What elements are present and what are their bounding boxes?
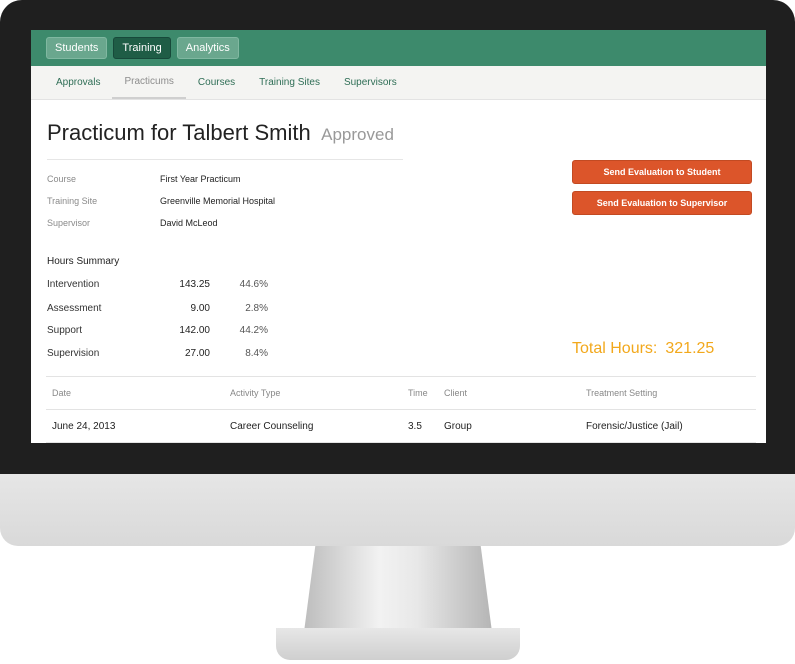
tab-training-sites[interactable]: Training Sites	[247, 66, 332, 99]
hours-row-assessment: Assessment 9.00 2.8%	[47, 303, 277, 317]
cell-time: 3.5	[408, 420, 422, 432]
top-navigation: Students Training Analytics	[31, 30, 766, 66]
column-header-date[interactable]: Date	[52, 377, 71, 409]
hours-category: Intervention	[47, 279, 100, 290]
title-divider	[47, 159, 403, 160]
column-header-client[interactable]: Client	[444, 377, 467, 409]
hours-percent: 2.8%	[245, 303, 268, 314]
hours-value: 9.00	[190, 303, 210, 314]
detail-value: Greenville Memorial Hospital	[160, 196, 276, 206]
hours-row-supervision: Supervision 27.00 8.4%	[47, 348, 277, 362]
cell-date: June 24, 2013	[52, 420, 116, 432]
hours-row-support: Support 142.00 44.2%	[47, 325, 277, 339]
detail-label: Supervisor	[47, 218, 91, 228]
send-evaluation-supervisor-button[interactable]: Send Evaluation to Supervisor	[572, 191, 752, 215]
monitor-chin	[0, 474, 795, 546]
page-title: Practicum for Talbert Smith Approved	[47, 120, 394, 146]
table-header: Date Activity Type Time Client Treatment…	[46, 376, 756, 410]
total-hours: Total Hours: 321.25	[572, 340, 714, 358]
hours-value: 27.00	[184, 348, 210, 359]
hours-percent: 44.2%	[239, 325, 268, 336]
tab-practicums[interactable]: Practicums	[112, 66, 186, 99]
column-header-activity-type[interactable]: Activity Type	[230, 377, 280, 409]
total-hours-label: Total Hours:	[572, 340, 658, 357]
monitor-stand	[304, 546, 492, 632]
cell-activity-type: Career Counseling	[230, 420, 314, 432]
table-row[interactable]: June 24, 2013 Career Counseling 3.5 Grou…	[46, 410, 756, 443]
cell-client: Group	[444, 420, 472, 432]
cell-treatment-setting: Forensic/Justice (Jail)	[586, 420, 683, 432]
detail-label: Course	[47, 174, 77, 184]
hours-category: Assessment	[47, 303, 102, 314]
tab-courses[interactable]: Courses	[186, 66, 247, 99]
hours-percent: 8.4%	[245, 348, 268, 359]
send-evaluation-student-button[interactable]: Send Evaluation to Student	[572, 160, 752, 184]
nav-analytics[interactable]: Analytics	[176, 37, 239, 59]
activity-table: Date Activity Type Time Client Treatment…	[46, 376, 756, 443]
monitor-base	[276, 628, 520, 660]
detail-label: Training Site	[47, 196, 98, 206]
hours-summary-heading: Hours Summary	[47, 256, 120, 267]
hours-percent: 44.6%	[239, 279, 268, 290]
status-label: Approved	[321, 125, 394, 144]
detail-value: David McLeod	[160, 218, 218, 228]
hours-row-intervention: Intervention 143.25 44.6%	[47, 279, 277, 293]
detail-value: First Year Practicum	[160, 174, 241, 184]
tab-supervisors[interactable]: Supervisors	[332, 66, 409, 99]
app-screen: Students Training Analytics Approvals Pr…	[31, 30, 766, 443]
hours-value: 142.00	[179, 325, 210, 336]
nav-students[interactable]: Students	[46, 37, 108, 59]
hours-category: Support	[47, 325, 83, 336]
hours-value: 143.25	[179, 279, 210, 290]
tab-approvals[interactable]: Approvals	[44, 66, 112, 99]
hours-category: Supervision	[47, 348, 100, 359]
column-header-time[interactable]: Time	[408, 377, 428, 409]
column-header-treatment-setting[interactable]: Treatment Setting	[586, 377, 657, 409]
sub-navigation: Approvals Practicums Courses Training Si…	[31, 66, 766, 100]
total-hours-value: 321.25	[665, 340, 715, 357]
nav-training[interactable]: Training	[113, 37, 171, 59]
page-title-text: Practicum for Talbert Smith	[47, 120, 311, 145]
